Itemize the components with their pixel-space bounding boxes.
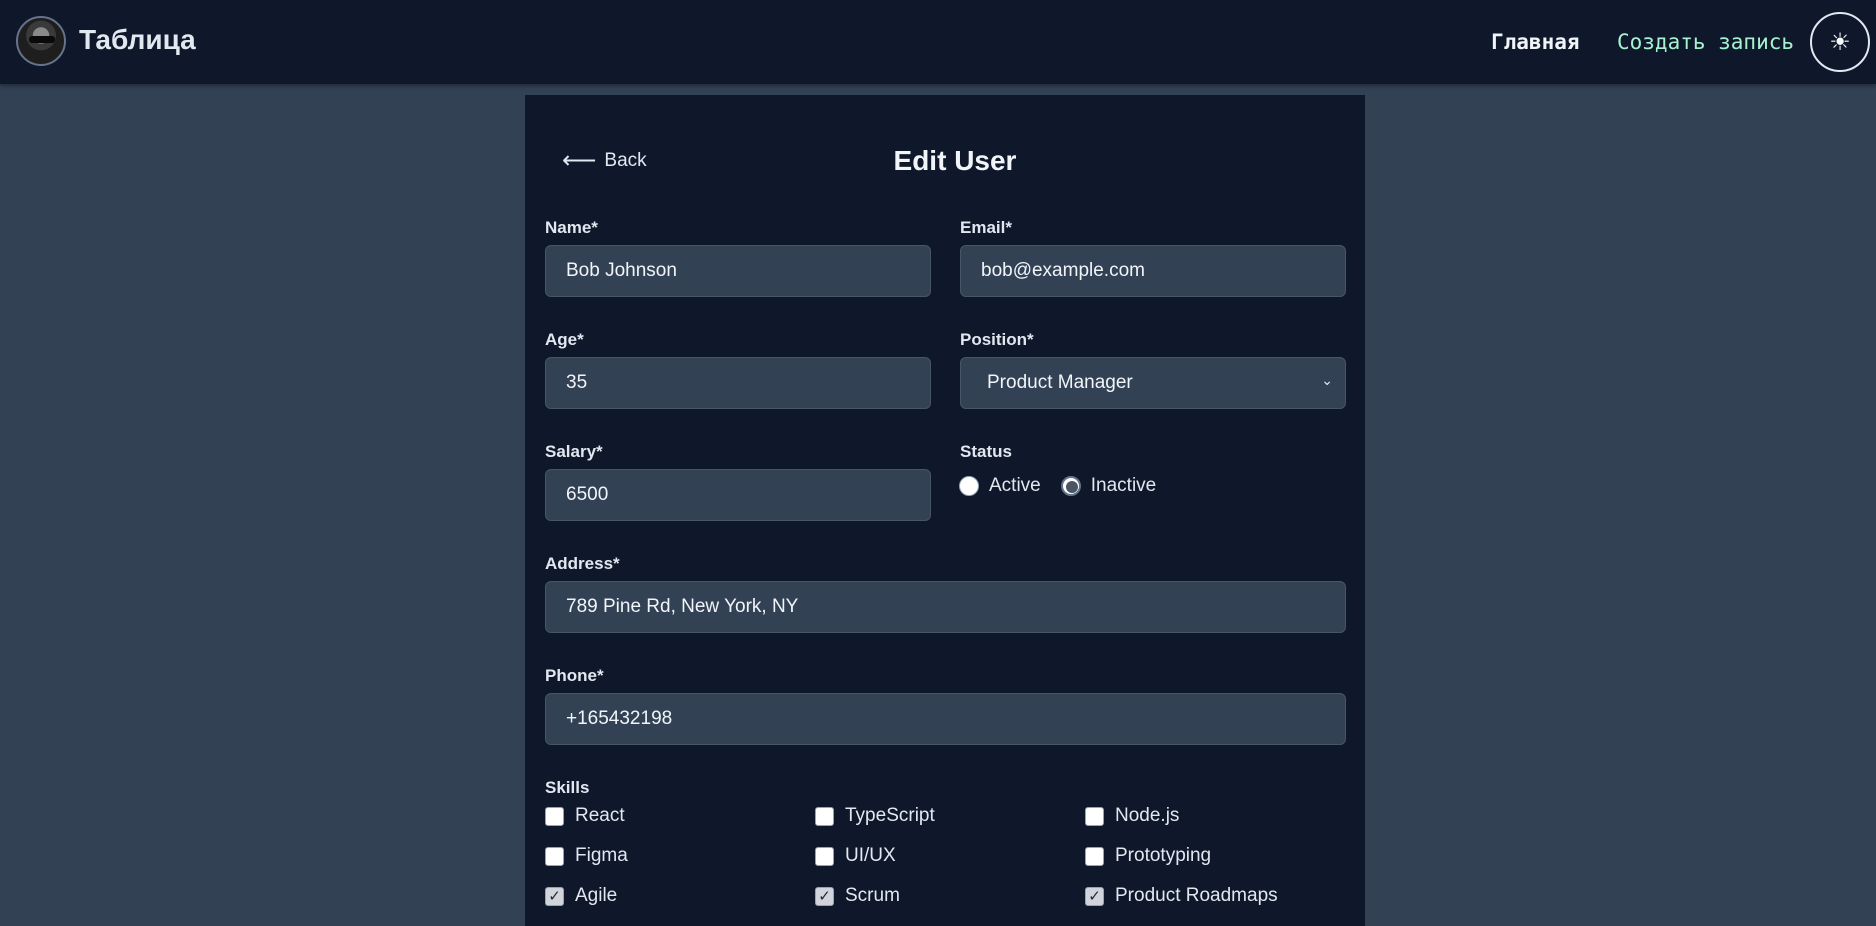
brand-title: Таблица	[79, 24, 196, 55]
skill-label: Agile	[575, 885, 618, 906]
position-label: Position*	[960, 330, 1034, 349]
theme-toggle-button[interactable]: ☀	[1810, 12, 1870, 72]
avatar-glasses	[29, 36, 55, 43]
skill-checkbox[interactable]	[1085, 806, 1104, 826]
skill-label: React	[575, 805, 625, 826]
address-label: Address*	[545, 554, 620, 573]
skill-checkbox[interactable]	[815, 806, 834, 826]
phone-input[interactable]: +165432198	[545, 693, 1346, 745]
skill-checkbox[interactable]	[815, 846, 834, 866]
skills-label: Skills	[545, 778, 590, 797]
status-active-label: Active	[989, 475, 1041, 496]
skill-label: UI/UX	[845, 845, 896, 866]
name-label: Name*	[545, 218, 598, 237]
nav-create-link[interactable]: Создать запись	[1617, 30, 1794, 54]
status-label: Status	[960, 442, 1012, 461]
nav-home-link[interactable]: Главная	[1491, 30, 1580, 54]
email-input[interactable]: bob@example.com	[960, 245, 1346, 297]
skill-label: Scrum	[845, 885, 900, 906]
skill-checkbox[interactable]	[545, 886, 564, 906]
name-input[interactable]: Bob Johnson	[545, 245, 931, 297]
skill-figma[interactable]: Figma	[545, 845, 628, 867]
skill-checkbox[interactable]	[1085, 846, 1104, 866]
chevron-down-icon: ⌄	[1321, 372, 1333, 388]
skill-checkbox[interactable]	[545, 806, 564, 826]
page-title: Edit User	[893, 145, 1017, 176]
salary-input[interactable]: 6500	[545, 469, 931, 521]
age-label: Age*	[545, 330, 584, 349]
skill-uiux[interactable]: UI/UX	[815, 845, 896, 867]
skill-scrum[interactable]: Scrum	[815, 885, 900, 907]
skill-checkbox[interactable]	[1085, 886, 1104, 906]
skill-checkbox[interactable]	[545, 846, 564, 866]
skill-label: Node.js	[1115, 805, 1180, 826]
phone-label: Phone*	[545, 666, 604, 685]
status-radio-group: Active Inactive	[959, 475, 1176, 497]
skill-nodejs[interactable]: Node.js	[1085, 805, 1179, 827]
edit-user-card: ⟵ Back Edit User Name* Bob Johnson Email…	[525, 95, 1365, 926]
status-inactive-label: Inactive	[1090, 475, 1157, 496]
salary-label: Salary*	[545, 442, 603, 461]
skill-react[interactable]: React	[545, 805, 625, 827]
skill-typescript[interactable]: TypeScript	[815, 805, 935, 827]
age-input[interactable]: 35	[545, 357, 931, 409]
skill-checkbox[interactable]	[815, 886, 834, 906]
status-radio-inactive[interactable]	[1060, 476, 1081, 496]
skill-label: Figma	[575, 845, 628, 866]
position-select[interactable]: Product Manager ⌄	[960, 357, 1346, 409]
skill-agile[interactable]: Agile	[545, 885, 617, 907]
sun-icon: ☀	[1829, 28, 1851, 56]
status-radio-active[interactable]	[959, 476, 979, 496]
skill-label: TypeScript	[845, 805, 935, 826]
position-selected-value: Product Manager	[987, 372, 1133, 393]
avatar[interactable]	[16, 16, 66, 66]
email-label: Email*	[960, 218, 1012, 237]
navbar: Таблица Главная Создать запись ☀	[0, 0, 1876, 84]
skill-prototyping[interactable]: Prototyping	[1085, 845, 1211, 867]
skill-label: Product Roadmaps	[1115, 885, 1278, 906]
address-input[interactable]: 789 Pine Rd, New York, NY	[545, 581, 1346, 633]
skill-product-roadmaps[interactable]: Product Roadmaps	[1085, 885, 1278, 907]
skill-label: Prototyping	[1115, 845, 1212, 866]
